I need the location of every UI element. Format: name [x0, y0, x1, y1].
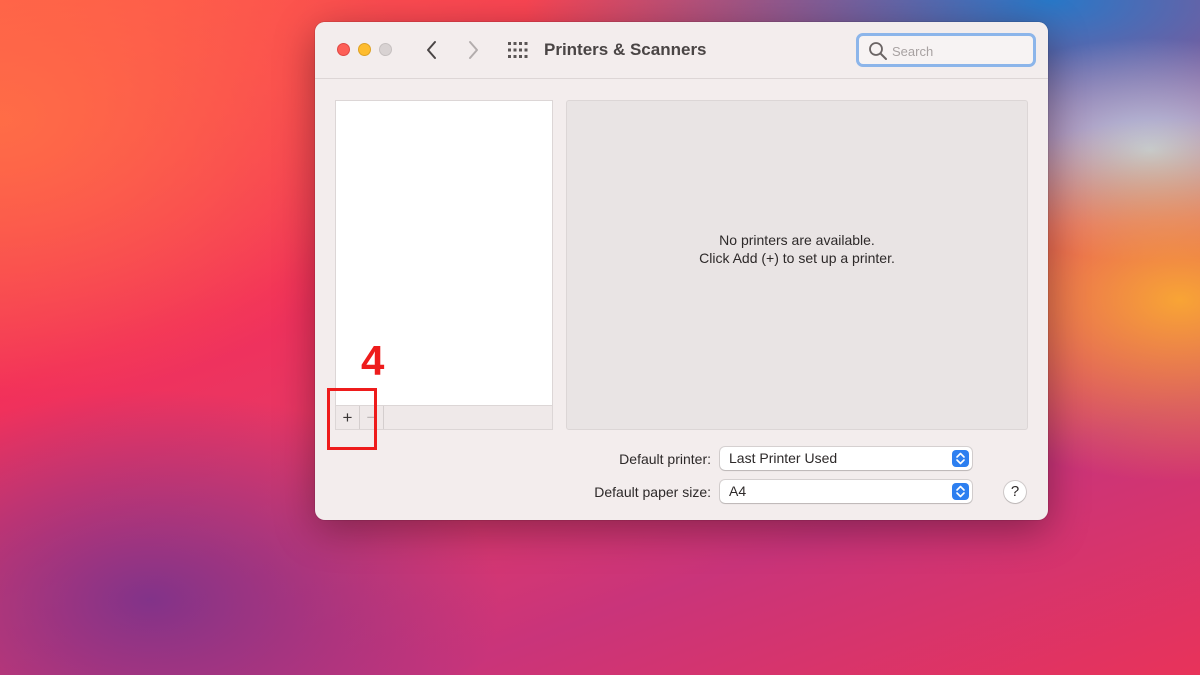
- default-printer-label: Default printer:: [619, 451, 711, 467]
- annotation-highlight-box: [327, 388, 377, 450]
- show-all-button[interactable]: [508, 41, 528, 59]
- default-paper-size-select[interactable]: A4: [720, 480, 972, 503]
- default-paper-size-value: A4: [729, 483, 747, 499]
- popup-stepper-icon: [952, 483, 969, 500]
- annotation-step-number: 4: [361, 337, 385, 384]
- default-printer-value: Last Printer Used: [729, 450, 838, 466]
- popup-stepper-icon: [952, 450, 969, 467]
- chevron-left-icon: [427, 41, 436, 59]
- printer-detail-pane: No printers are available. Click Add (+)…: [566, 100, 1028, 430]
- magnifying-glass-icon: [869, 42, 887, 60]
- forward-button[interactable]: [461, 37, 485, 63]
- title-bar: Printers & Scanners: [315, 22, 1048, 79]
- help-button[interactable]: ?: [1004, 481, 1026, 503]
- search-field[interactable]: [856, 33, 1036, 67]
- close-button[interactable]: [337, 43, 350, 56]
- minimize-button[interactable]: [358, 43, 371, 56]
- chevron-right-icon: [469, 41, 478, 59]
- empty-state-line-1: No printers are available.: [719, 232, 875, 248]
- back-button[interactable]: [420, 37, 444, 63]
- default-printer-select[interactable]: Last Printer Used: [720, 447, 972, 470]
- search-input[interactable]: [892, 40, 1027, 62]
- zoom-button[interactable]: [379, 43, 392, 56]
- system-preferences-window: Printers & Scanners + − No printers are …: [315, 22, 1048, 520]
- empty-state-message: No printers are available. Click Add (+)…: [567, 231, 1027, 267]
- default-paper-size-label: Default paper size:: [594, 484, 711, 500]
- window-title: Printers & Scanners: [544, 40, 707, 59]
- show-all-grid-icon: [508, 42, 528, 58]
- empty-state-line-2: Click Add (+) to set up a printer.: [699, 250, 895, 266]
